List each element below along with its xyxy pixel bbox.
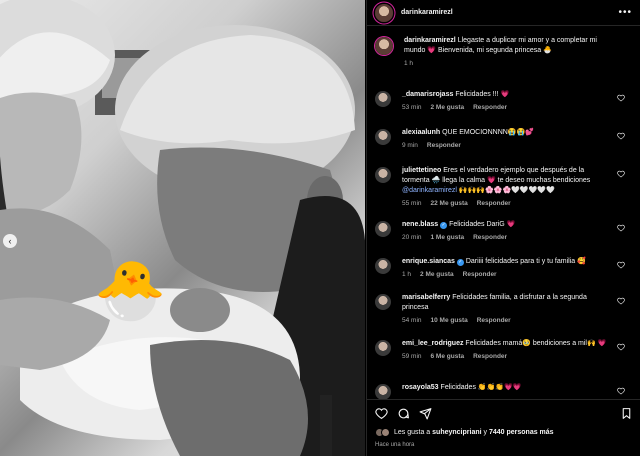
comment-text: Felicidades DariG 💗 [449, 221, 516, 228]
caption-time: 1 h [404, 60, 414, 67]
photo-illustration [0, 0, 365, 456]
like-comment-heart-icon[interactable] [617, 297, 625, 305]
commenter-avatar[interactable] [375, 258, 391, 274]
post-header: darinkaramirezl ••• [367, 0, 640, 26]
divider [367, 399, 640, 400]
verified-badge-icon: ✓ [440, 222, 448, 229]
comment-text: Felicidades 👏👏👏💗💗 [440, 384, 522, 391]
like-comment-heart-icon[interactable] [617, 94, 625, 102]
comment-text: Dariiii felicidades para ti y tu familia… [465, 258, 586, 265]
post-actions [375, 404, 633, 422]
comment-emoji-tail: 🙌🙌🙌🌸🌸🌸🤍🤍🤍🤍🤍 [458, 187, 555, 194]
comment-text: Felicidades !!! 💗 [455, 91, 510, 98]
comment-time: 9 min [402, 142, 418, 149]
reply-button[interactable]: Responder [463, 270, 497, 280]
previous-image-button[interactable]: ‹ [3, 234, 17, 248]
commenter-avatar[interactable] [375, 167, 391, 183]
post-photo: 🐣 ‹ [0, 0, 365, 456]
comment-likes[interactable]: 6 Me gusta [431, 352, 465, 362]
like-comment-heart-icon[interactable] [617, 132, 625, 140]
comment-username[interactable]: emi_lee_rodriguez [402, 340, 463, 347]
comment-row: enrique.siancas ✓ Dariiii felicidades pa… [375, 257, 633, 280]
comment-username[interactable]: nene.blass [402, 221, 438, 228]
like-comment-heart-icon[interactable] [617, 261, 625, 269]
comment-time: 55 min [402, 200, 422, 207]
like-heart-icon[interactable] [375, 407, 388, 420]
reply-button[interactable]: Responder [473, 103, 507, 113]
comment-likes[interactable]: 1 Me gusta [431, 233, 465, 243]
comment-row: rosayola53 Felicidades 👏👏👏💗💗 [375, 383, 633, 400]
comment-time: 54 min [402, 317, 422, 324]
comment-row: emi_lee_rodriguez Felicidades mamá🥹 bend… [375, 339, 633, 362]
comment-row: nene.blass ✓ Felicidades DariG 💗 20 min … [375, 220, 633, 243]
likes-count[interactable]: 7440 personas más [489, 429, 554, 436]
comment-row: juliettetineo Eres el verdadero ejemplo … [375, 166, 633, 209]
comment-username[interactable]: marisabelferry [402, 294, 450, 301]
comment-time: 53 min [402, 104, 422, 111]
reply-button[interactable]: Responder [473, 233, 507, 243]
commenter-avatar[interactable] [375, 294, 391, 310]
comment-row: marisabelferry Felicidades familia, a di… [375, 293, 633, 326]
like-comment-heart-icon[interactable] [617, 224, 625, 232]
likes-user[interactable]: suheyncipriani [432, 429, 481, 436]
liker-avatar [381, 428, 390, 437]
bookmark-icon[interactable] [620, 407, 633, 420]
comment-username[interactable]: juliettetineo [402, 167, 441, 174]
likes-middle: y [483, 429, 488, 436]
likes-prefix: Les gusta a [394, 429, 431, 436]
comment-likes[interactable]: 2 Me gusta [431, 103, 465, 113]
caption-username[interactable]: darinkaramirezl [404, 37, 456, 44]
verified-badge-icon: ✓ [456, 259, 464, 266]
comment-username[interactable]: _damarisrojass [402, 91, 453, 98]
comment-text: Felicidades mamá🥹 bendiciones a mil🙌 💗 [465, 340, 607, 347]
chick-sticker: 🐣 [94, 258, 167, 323]
like-comment-heart-icon[interactable] [617, 343, 625, 351]
comment-mention[interactable]: @darinkaramirezl [402, 187, 457, 194]
comment-row: alexiaalunh QUE EMOCIONNNN😭😭💕 9 min Resp… [375, 128, 633, 151]
share-icon[interactable] [419, 407, 432, 420]
commenter-avatar[interactable] [375, 340, 391, 356]
comment-likes[interactable]: 10 Me gusta [431, 316, 468, 326]
commenter-avatar[interactable] [375, 221, 391, 237]
likes-text: Les gusta a suheyncipriani y 7440 person… [394, 429, 554, 436]
comment-username[interactable]: rosayola53 [402, 384, 439, 391]
author-username[interactable]: darinkaramirezl [401, 9, 453, 16]
comment-row: _damarisrojass Felicidades !!! 💗 53 min … [375, 90, 633, 113]
comment-likes[interactable]: 2 Me gusta [420, 270, 454, 280]
more-options-icon[interactable]: ••• [618, 7, 632, 18]
comment-username[interactable]: enrique.siancas [402, 258, 455, 265]
commenter-avatar[interactable] [375, 91, 391, 107]
post-time: Hace una hora [375, 442, 415, 448]
comment-time: 1 h [402, 271, 412, 278]
post-side-panel: darinkaramirezl ••• darinkaramirezl Lleg… [366, 0, 640, 456]
reply-button[interactable]: Responder [477, 199, 511, 209]
likes-summary[interactable]: Les gusta a suheyncipriani y 7440 person… [375, 428, 554, 437]
commenter-avatar[interactable] [375, 129, 391, 145]
caption-avatar[interactable] [375, 37, 393, 55]
comment-likes[interactable]: 22 Me gusta [431, 199, 468, 209]
caption: darinkaramirezl Llegaste a duplicar mi a… [375, 36, 633, 69]
comment-username[interactable]: alexiaalunh [402, 129, 440, 136]
comment-time: 20 min [402, 234, 422, 241]
comments-list: darinkaramirezl Llegaste a duplicar mi a… [367, 30, 640, 400]
like-comment-heart-icon[interactable] [617, 387, 625, 395]
comment-time: 59 min [402, 353, 422, 360]
reply-button[interactable]: Responder [427, 141, 461, 151]
reply-button[interactable]: Responder [473, 352, 507, 362]
like-comment-heart-icon[interactable] [617, 170, 625, 178]
reply-button[interactable]: Responder [477, 316, 511, 326]
comment-text: QUE EMOCIONNNN😭😭💕 [442, 129, 534, 136]
author-avatar[interactable] [375, 3, 393, 22]
commenter-avatar[interactable] [375, 384, 391, 400]
comment-icon[interactable] [397, 407, 410, 420]
